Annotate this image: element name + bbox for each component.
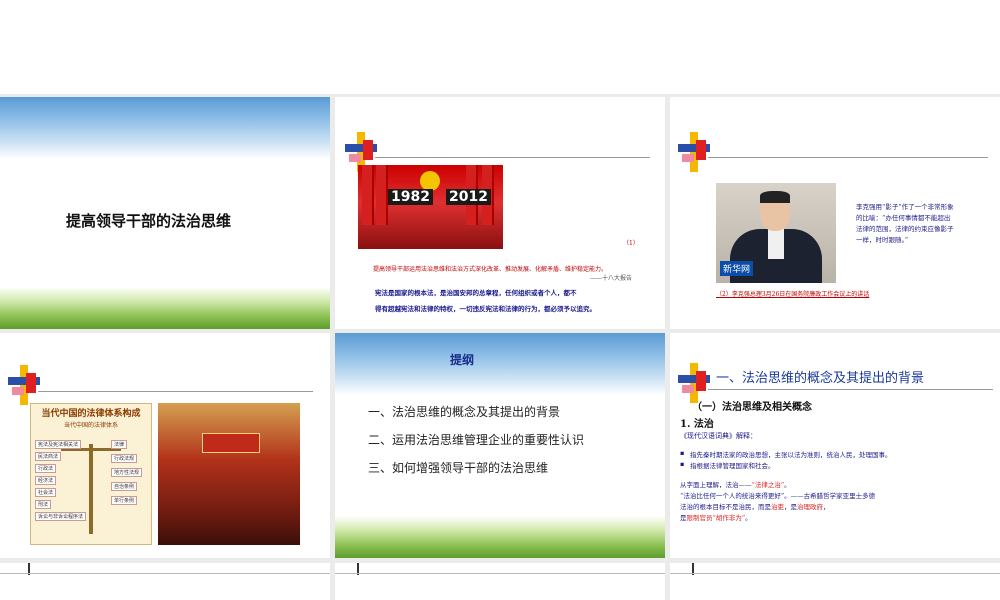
- hall-screen: [202, 433, 260, 453]
- divider: [670, 573, 1000, 574]
- divider: [708, 157, 988, 158]
- congress-photo: 1982 2012: [358, 165, 503, 249]
- law-system-chart: 当代中国的法律体系构成 当代中国的法律体系 宪法及宪法相关法 民法商法 行政法 …: [30, 403, 152, 545]
- outline-heading: 提纲: [450, 353, 475, 367]
- text-line-4: 是限制官员“胡作非为”。: [680, 512, 752, 522]
- section-heading: 一、法治思维的概念及其提出的背景: [716, 371, 925, 386]
- body-line-1: 宪法是国家的根本法，是治国安邦的总章程，任何组织或者个人，都不: [375, 289, 577, 297]
- speaker-photo: 新华网: [716, 183, 836, 283]
- outline-item-3: 三、如何增强领导干部的法治思维: [368, 461, 549, 475]
- outline-item-2: 二、运用法治思维管理企业的重要性认识: [368, 433, 585, 447]
- caption: （2）李克强总理3月26日在国务院廉政工作会议上的讲话: [716, 291, 870, 298]
- chart-right-item: 单行条例: [111, 496, 138, 505]
- slide-thumbnail-5[interactable]: 提纲 一、法治思维的概念及其提出的背景 二、运用法治思维管理企业的重要性认识 三…: [335, 333, 665, 558]
- slide-thumbnail-8[interactable]: [335, 563, 665, 600]
- text-part: 法治的根本目标不是治民，而是: [680, 503, 771, 511]
- caption: （1）: [623, 240, 639, 247]
- outline-item-1: 一、法治思维的概念及其提出的背景: [368, 405, 561, 419]
- photo-year-left: 1982: [388, 189, 433, 205]
- sky-background: [0, 97, 330, 159]
- divider: [335, 573, 665, 574]
- slide-thumbnail-2[interactable]: 1982 2012 （1） 提高领导干部运用法治思维和法治方式深化改革、推动发展…: [335, 97, 665, 329]
- quote-source: ——十八大报告: [590, 275, 633, 282]
- slide-thumbnail-9[interactable]: [670, 563, 1000, 600]
- chart-right-item: 行政法规: [111, 454, 138, 463]
- chart-left-item: 诉讼与非诉讼程序法: [35, 512, 87, 521]
- divider: [375, 157, 650, 158]
- slide-thumbnail-7[interactable]: [0, 563, 330, 600]
- photo-logo: 新华网: [720, 261, 754, 276]
- text-part: 。: [745, 514, 752, 522]
- dictionary-label: 《现代汉语词典》解释：: [680, 432, 757, 440]
- highlight-text: 限制官员“胡作非为”: [686, 514, 746, 522]
- slide-thumbnail-4[interactable]: 当代中国的法律体系构成 当代中国的法律体系 宪法及宪法相关法 民法商法 行政法 …: [0, 333, 330, 558]
- chart-left-item: 民法商法: [35, 452, 62, 461]
- text-line-1: 从字面上理解，法治——“法律之治”。: [680, 479, 791, 489]
- highlight-text: “法律之治”: [751, 481, 785, 489]
- slide-thumbnail-6[interactable]: 一、法治思维的概念及其提出的背景 （一）法治思维及相关概念 1. 法治 《现代汉…: [670, 333, 1000, 558]
- text-part: 。: [784, 481, 791, 489]
- chart-left-item: 行政法: [35, 464, 57, 473]
- text-part: 从字面上理解，法治——: [680, 481, 752, 489]
- chart-title: 当代中国的法律体系构成: [41, 409, 141, 419]
- emblem-icon: [420, 171, 440, 191]
- decor-cross-icon: [8, 365, 48, 405]
- chart-subtitle: 当代中国的法律体系: [63, 422, 118, 429]
- slide-thumbnail-1[interactable]: 提高领导干部的法治思维: [0, 97, 330, 329]
- text-part: ，: [823, 503, 830, 511]
- chart-right-item: 地方性法规: [111, 468, 143, 477]
- quote: 李克强用“影子”作了一个非常形象的比喻：“办任何事情都不能超出法律的范围，法律的…: [856, 203, 954, 244]
- chart-right-item: 法律: [111, 440, 128, 449]
- divider: [708, 389, 993, 390]
- grass-background: [0, 287, 330, 329]
- body-line-2: 得有超越宪法和法律的特权，一切违反宪法和法律的行为，都必须予以追究。: [375, 305, 596, 313]
- hall-photo: [158, 403, 300, 545]
- photo-year-right: 2012: [446, 189, 491, 205]
- chart-left-item: 刑法: [35, 500, 52, 509]
- chart-left-item: 经济法: [35, 476, 57, 485]
- slide-thumbnail-3[interactable]: 新华网 李克强用“影子”作了一个非常形象的比喻：“办任何事情都不能超出法律的范围…: [670, 97, 1000, 329]
- quote: 提高领导干部运用法治思维和法治方式深化改革、推动发展、化解矛盾、维护稳定能力。: [373, 266, 608, 273]
- bullet-item: 指根据法律管理国家和社会。: [680, 460, 774, 470]
- grass-background: [335, 516, 665, 558]
- point-title: 1. 法治: [680, 419, 714, 430]
- decor-cross-icon: [678, 132, 718, 172]
- decor-cross-icon: [678, 363, 718, 403]
- text-part: ，是: [784, 503, 797, 511]
- text-line-2: “法治比任何一个人的统治来得更好”。——古希腊哲学家亚里士多德: [680, 492, 876, 500]
- text-line-3: 法治的根本目标不是治民，而是治吏，是治理政府，: [680, 501, 830, 511]
- bullet-item: 指先秦时期法家的政治思想，主张以法为准则，统治人民，处理国事。: [680, 449, 891, 459]
- slide-title: 提高领导干部的法治思维: [66, 212, 232, 230]
- scale-pole: [89, 444, 93, 534]
- subheading: （一）法治思维及相关概念: [692, 402, 812, 413]
- divider: [38, 391, 313, 392]
- chart-right-item: 自治条例: [111, 482, 138, 491]
- highlight-text: 治理政府: [797, 503, 823, 511]
- highlight-text: 治吏: [771, 503, 784, 511]
- divider: [0, 573, 330, 574]
- chart-left-item: 社会法: [35, 488, 57, 497]
- sky-background: [335, 333, 665, 395]
- top-blank-area: [0, 0, 1000, 94]
- chart-left-item: 宪法及宪法相关法: [35, 440, 82, 449]
